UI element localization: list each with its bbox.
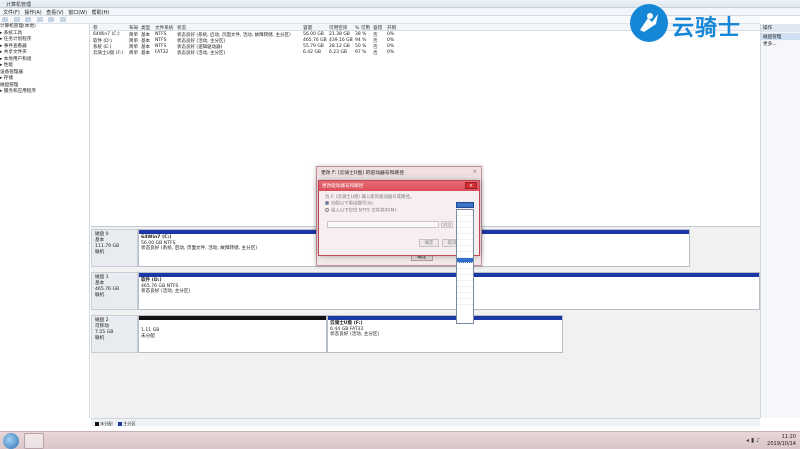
cell-fs: NTFS	[155, 38, 167, 43]
watermark-logo: 云骑士	[628, 2, 768, 44]
drive-letter-select[interactable]	[456, 202, 474, 208]
window-title: 计算机管理	[6, 2, 32, 8]
knight-icon	[630, 4, 668, 42]
tray-icons[interactable]: ◂ ▮ ♪	[746, 437, 760, 444]
close-icon[interactable]: ×	[465, 182, 477, 189]
partition-f[interactable]: 云骑士U盘 (F:) 6.44 GB FAT32 状态良好 (活动, 主分区)	[327, 315, 563, 353]
back-icon[interactable]	[2, 17, 8, 22]
taskbar: ◂ ▮ ♪ 11:20 2019/10/14	[0, 431, 800, 449]
menu-help[interactable]: 帮助(H)	[92, 9, 110, 16]
navigation-tree: 计算机管理(本地) ▸ 系统工具 ▸ 任务计划程序 ▸ 事件查看器 ▸ 共享文件…	[0, 24, 90, 418]
clock-time: 11:20	[781, 434, 796, 440]
col-capacity[interactable]: 容量	[303, 25, 312, 31]
menu-view[interactable]: 查看(V)	[46, 9, 63, 16]
view-icon[interactable]	[59, 17, 66, 22]
list-item[interactable]	[457, 299, 473, 305]
cell-ft: 否	[373, 51, 378, 56]
legend-unallocated: 未分配	[95, 421, 113, 427]
cell-capacity: 55.79 GB	[303, 44, 324, 49]
cell-free: 28.12 GB	[329, 44, 350, 49]
disk-state: 联机	[95, 250, 105, 255]
drive-letter-list[interactable]	[456, 209, 474, 324]
properties-icon[interactable]	[36, 17, 43, 22]
menu-action[interactable]: 操作(A)	[24, 9, 41, 16]
cell-fs: FAT32	[155, 50, 169, 55]
legend-bar: 未分配 主分区	[91, 418, 760, 426]
disk-2-info[interactable]: 磁盘 2 可移动 7.55 GB 联机	[91, 315, 138, 353]
col-status[interactable]: 状态	[177, 25, 186, 31]
ok-button[interactable]: 确定	[419, 239, 439, 247]
cell-fs: NTFS	[155, 32, 167, 37]
partition-status: 状态良好 (活动, 主分区)	[141, 289, 191, 294]
start-button[interactable]	[3, 433, 19, 449]
radio-label: 分配以下驱动器号(A):	[331, 201, 375, 207]
cell-capacity: 465.76 GB	[303, 38, 327, 43]
disk-0-info[interactable]: 磁盘 0 基本 111.79 GB 联机	[91, 229, 138, 267]
close-icon[interactable]: ×	[473, 169, 477, 175]
cell-type: 基本	[141, 51, 150, 56]
dialog-title: 更改驱动器号和路径	[319, 181, 479, 191]
cell-overhead: 0%	[387, 38, 395, 43]
col-fs[interactable]: 文件系统	[155, 25, 173, 31]
col-volume[interactable]: 卷	[93, 25, 98, 31]
cell-pct: 38 %	[355, 32, 367, 37]
cell-pct: 97 %	[355, 50, 367, 55]
menu-window[interactable]: 窗口(W)	[68, 9, 87, 16]
cell-overhead: 0%	[387, 44, 395, 49]
col-ft[interactable]: 容错	[373, 25, 382, 31]
radio-label: 装入以下空白 NTFS 文件夹中(M):	[331, 208, 398, 213]
col-layout[interactable]: 布局	[129, 25, 138, 31]
partition-unallocated[interactable]: 1.11 GB 未分配	[138, 315, 327, 353]
disk-1-info[interactable]: 磁盘 1 基本 465.76 GB 联机	[91, 272, 138, 310]
cell-capacity: 56.00 GB	[303, 32, 324, 37]
tree-item-services[interactable]: ▸ 服务和应用程序	[0, 89, 89, 96]
cell-free: 6.23 GB	[329, 50, 348, 55]
browse-button[interactable]: 浏览	[441, 221, 453, 228]
dialog-title: 更改 F: (云骑士U盘) 的驱动器号和路径	[317, 167, 481, 176]
partition-status: 未分配	[141, 333, 155, 339]
col-free[interactable]: 可用空间	[329, 25, 347, 31]
col-overhead[interactable]: 开销	[387, 25, 396, 31]
cell-pct: 94 %	[355, 38, 367, 43]
taskbar-app-computer-management[interactable]	[24, 433, 44, 449]
disk-state: 联机	[95, 336, 105, 341]
disk-2: 磁盘 2 可移动 7.55 GB 联机 1.11 GB 未分配 云骑士U盘 (F…	[91, 315, 760, 353]
cell-overhead: 0%	[387, 32, 395, 37]
disk-1: 磁盘 1 基本 465.76 GB 联机 软件 (D:) 465.76 GB N…	[91, 272, 760, 310]
legend-primary: 主分区	[118, 421, 136, 427]
radio-selected-icon	[325, 201, 329, 205]
actions-pane: 操作 磁盘管理 更多...	[760, 24, 800, 418]
cell-layout: 简单	[129, 51, 138, 56]
col-pct[interactable]: % 可用	[355, 25, 370, 31]
table-row[interactable]: 云骑士U盘 (F:) 简单 基本 FAT32 状态良好 (活动, 主分区) 6.…	[91, 50, 760, 56]
cell-free: 439.16 GB	[329, 38, 353, 43]
cell-free: 21.38 GB	[329, 32, 350, 37]
up-icon[interactable]	[25, 17, 32, 22]
help-icon[interactable]	[48, 17, 55, 22]
menu-file[interactable]: 文件(F)	[3, 9, 20, 16]
watermark-text: 云骑士	[672, 16, 742, 41]
clock-date: 2019/10/14	[767, 441, 796, 447]
forward-icon[interactable]	[13, 17, 20, 22]
cell-pct: 50 %	[355, 44, 367, 49]
cell-overhead: 0%	[387, 50, 395, 55]
cell-volume: 云骑士U盘 (F:)	[93, 51, 123, 56]
cell-fs: NTFS	[155, 44, 167, 49]
cell-capacity: 6.42 GB	[303, 50, 322, 55]
radio-mount-folder[interactable]: 装入以下空白 NTFS 文件夹中(M):	[325, 207, 473, 215]
disk-state: 联机	[95, 293, 105, 298]
clock[interactable]: 11:20 2019/10/14	[767, 434, 796, 448]
folder-path-input[interactable]	[327, 221, 439, 228]
col-type[interactable]: 类型	[141, 25, 150, 31]
cell-volume: 64Win7 (C:)	[93, 32, 120, 37]
partition-status: 状态良好 (活动, 主分区)	[330, 332, 380, 337]
partition-d[interactable]: 软件 (D:) 465.76 GB NTFS 状态良好 (活动, 主分区)	[138, 272, 760, 310]
radio-icon	[325, 207, 329, 212]
cell-status: 状态良好 (活动, 主分区)	[177, 51, 226, 56]
